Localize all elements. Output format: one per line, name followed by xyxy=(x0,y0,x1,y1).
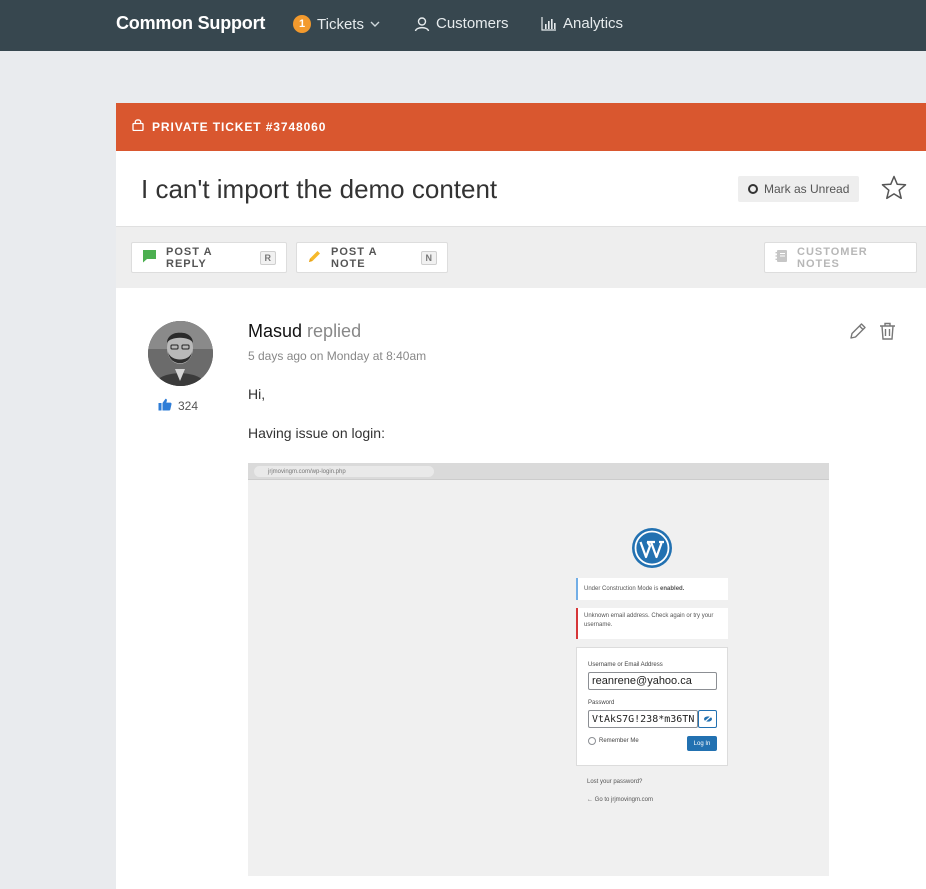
post-note-label: POST A NOTE xyxy=(331,245,378,270)
nav-tickets[interactable]: 1 Tickets xyxy=(293,15,380,33)
username-field: reanrene@yahoo.ca xyxy=(588,672,717,690)
reply-timestamp: 5 days ago on Monday at 8:40am xyxy=(248,349,427,363)
notice-error: Unknown email address. Check again or tr… xyxy=(576,608,728,639)
notice-construction: Under Construction Mode is enabled. xyxy=(576,578,728,600)
post-reply-label: POST A REPLY xyxy=(166,245,213,270)
author-name[interactable]: Masud xyxy=(248,321,302,341)
ticket-card: PRIVATE TICKET #3748060 I can't import t… xyxy=(116,103,926,889)
bar-chart-icon xyxy=(541,16,557,31)
avatar[interactable] xyxy=(148,321,213,386)
ticket-header-bar: PRIVATE TICKET #3748060 xyxy=(116,103,926,151)
nav-analytics[interactable]: Analytics xyxy=(541,15,623,32)
post-note-button[interactable]: POST A NOTE N xyxy=(296,242,448,273)
nav-tickets-label: Tickets xyxy=(317,15,364,33)
eye-slash-icon xyxy=(698,710,717,728)
user-icon xyxy=(414,16,430,32)
shortcut-key-r: R xyxy=(259,250,276,265)
url-field: jrjmovingm.com/wp-login.php xyxy=(254,466,434,477)
login-button: Log In xyxy=(687,736,717,751)
nav-analytics-label: Analytics xyxy=(563,15,624,32)
customer-notes-button[interactable]: CUSTOMER NOTES xyxy=(764,242,917,273)
mark-unread-label: Mark as Unread xyxy=(764,182,850,196)
username-label: Username or Email Address xyxy=(588,662,663,668)
back-to-site-link: ← Go to jrjmovingm.com xyxy=(587,797,654,803)
tickets-count-badge: 1 xyxy=(293,15,311,33)
reply-heading: Masud replied xyxy=(248,321,361,342)
password-label: Password xyxy=(588,700,615,706)
mark-unread-button[interactable]: Mark as Unread xyxy=(738,176,860,202)
browser-url-bar: jrjmovingm.com/wp-login.php xyxy=(248,463,829,480)
remember-me-checkbox: Remember Me xyxy=(588,737,639,745)
notebook-icon xyxy=(775,249,788,266)
ticket-action-strip: POST A REPLY R POST A NOTE N CUSTOMER NO… xyxy=(116,226,926,288)
nav-customers[interactable]: Customers xyxy=(414,15,509,32)
thumbs-up-icon xyxy=(158,398,172,414)
attached-screenshot[interactable]: jrjmovingm.com/wp-login.php Under Constr… xyxy=(248,463,829,876)
likes-count[interactable]: 324 xyxy=(158,398,198,414)
login-form: Username or Email Address reanrene@yahoo… xyxy=(576,647,728,766)
shortcut-key-n: N xyxy=(420,250,437,265)
trash-icon[interactable] xyxy=(879,322,896,345)
lock-icon xyxy=(132,118,144,136)
message-line: Having issue on login: xyxy=(248,425,385,441)
circle-icon xyxy=(748,184,758,194)
nav-customers-label: Customers xyxy=(436,15,509,32)
likes-value: 324 xyxy=(178,399,199,413)
ticket-id-label: PRIVATE TICKET #3748060 xyxy=(152,120,327,134)
ticket-title: I can't import the demo content xyxy=(141,174,498,204)
top-nav: Common Support 1 Tickets Customers Analy… xyxy=(0,0,926,51)
edit-pencil-icon[interactable] xyxy=(849,322,867,345)
brand-name[interactable]: Common Support xyxy=(116,13,265,34)
customer-notes-label: CUSTOMER NOTES xyxy=(797,245,868,270)
chevron-down-icon xyxy=(370,21,380,28)
reply-verb: replied xyxy=(307,321,362,341)
message-line: Hi, xyxy=(248,386,266,402)
wordpress-logo-icon xyxy=(631,527,673,574)
star-icon[interactable] xyxy=(881,175,907,205)
password-field: VtAkS7G!238*m36TN xyxy=(588,710,698,728)
post-reply-button[interactable]: POST A REPLY R xyxy=(131,242,287,273)
chat-bubble-icon xyxy=(142,249,157,266)
lost-password-link: Lost your password? xyxy=(587,779,643,785)
pencil-icon xyxy=(307,249,322,267)
